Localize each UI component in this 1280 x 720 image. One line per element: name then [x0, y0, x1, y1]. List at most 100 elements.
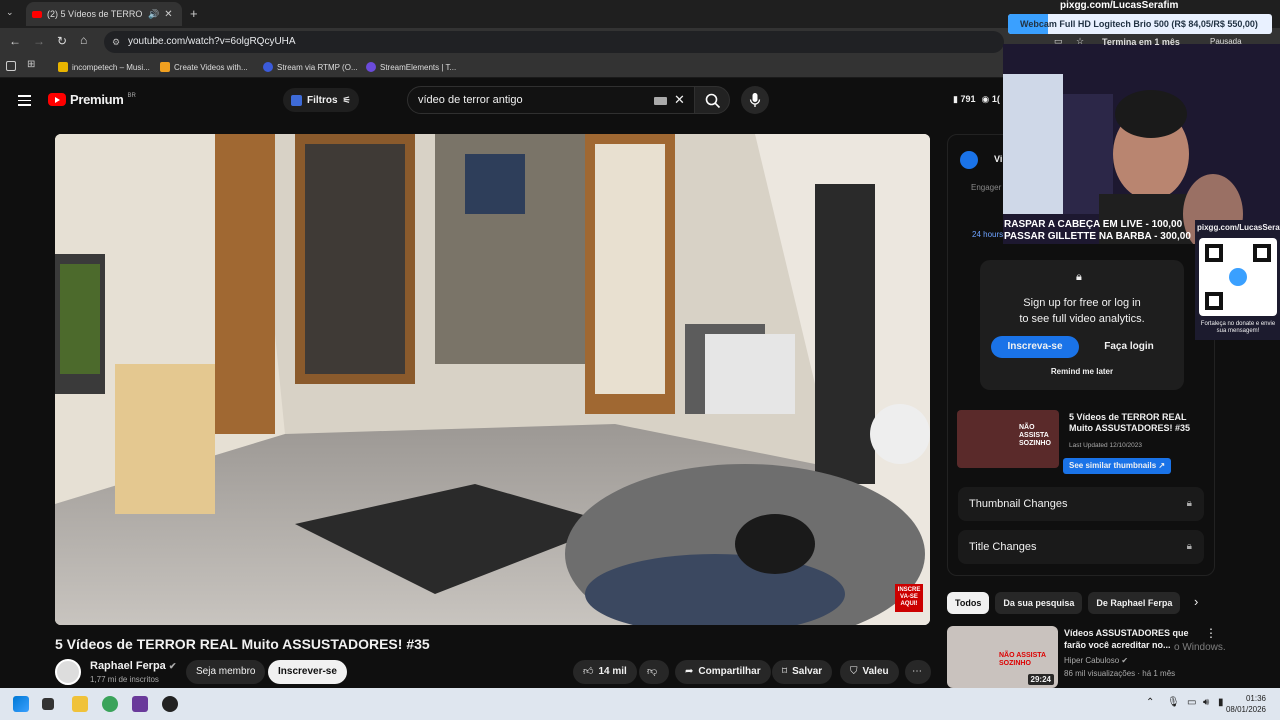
share-button[interactable]: ➦ Compartilhar [675, 660, 771, 684]
back-icon[interactable]: ← [9, 34, 21, 48]
clear-search-icon[interactable]: ✕ [674, 87, 685, 113]
recommended-title: Vídeos ASSUSTADORES que farão você acred… [1064, 628, 1189, 650]
windows-start-icon[interactable] [13, 696, 29, 712]
video-title: 5 Vídeos de TERROR REAL Muito ASSUSTADOR… [55, 636, 430, 652]
chrome-icon[interactable] [102, 696, 118, 712]
star-icon[interactable]: ☆ [1076, 36, 1084, 47]
bookmark-item[interactable]: Stream via RTMP (O... [263, 60, 358, 74]
signup-button[interactable]: Inscreva-se [991, 336, 1079, 358]
sidebar-toggle-icon[interactable] [6, 61, 16, 71]
channel-avatar[interactable] [55, 659, 81, 685]
thumbs-down-icon: 👎︎ [647, 666, 658, 677]
video-duration: 29:24 [1027, 674, 1054, 685]
super-thanks-icon: ⛉ [850, 666, 858, 677]
verified-icon: ✔ [168, 661, 177, 671]
folder-icon [58, 62, 68, 72]
paused-label[interactable]: Pausada [1210, 37, 1242, 46]
time-range-label[interactable]: 24 hours [972, 230, 1003, 239]
card-title: 5 Vídeos de TERROR REAL Muito ASSUSTADOR… [1069, 412, 1191, 433]
title-changes-row[interactable]: Title Changes 🔒︎ [958, 530, 1204, 564]
browser-tab[interactable]: (2) 5 Vídeos de TERROR RE... 🔊 ✕ [26, 2, 182, 26]
chip-from-search[interactable]: Da sua pesquisa [995, 592, 1083, 614]
youtube-logo[interactable]: Premium BR [48, 92, 136, 107]
voice-search-button[interactable] [741, 86, 769, 114]
thumbnail-changes-row[interactable]: Thumbnail Changes 🔒︎ [958, 487, 1204, 521]
subscribe-overlay-badge[interactable]: INSCRE VA-SE AQUI! [895, 584, 923, 612]
panel-tab[interactable]: Vi [994, 154, 1002, 164]
home-icon[interactable]: ⌂ [80, 33, 87, 47]
goal-line-1: RASPAR A CABEÇA EM LIVE - 100,00 [1004, 219, 1183, 230]
youtube-play-icon [48, 93, 66, 106]
speaker-icon[interactable]: 🔊 [148, 9, 159, 20]
dislike-button[interactable]: 👎︎ [639, 660, 669, 684]
video-frame [55, 134, 930, 625]
tray-chevron-icon[interactable]: ⌃ [1146, 697, 1154, 708]
subscribe-button[interactable]: Inscrever-se [268, 660, 347, 684]
recommended-thumbnail[interactable]: NÃO ASSISTA SOZINHO 29:24 [947, 626, 1058, 688]
video-thumbnail[interactable]: NÃO ASSISTA SOZINHO [957, 410, 1059, 468]
new-tab-button[interactable]: + [190, 6, 198, 21]
bookmark-favicon-icon [366, 62, 376, 72]
volume-icon[interactable]: 🔊︎ [1203, 697, 1209, 708]
recommended-video[interactable]: NÃO ASSISTA SOZINHO 29:24 Vídeos ASSUSTA… [947, 626, 1217, 688]
file-explorer-icon[interactable] [72, 696, 88, 712]
chevron-right-icon[interactable]: › [1194, 594, 1198, 609]
reload-icon[interactable]: ↻ [57, 34, 67, 48]
bookmark-icon: ⌑ [782, 666, 788, 677]
chip-from-channel[interactable]: De Raphael Ferpa [1088, 592, 1181, 614]
lock-icon: 🔒︎ [1076, 271, 1082, 283]
tab-list-button[interactable]: ⌄ [6, 7, 20, 21]
bookmark-item[interactable]: StreamElements | T... [366, 60, 456, 74]
thumbnail-text: NÃO ASSISTA SOZINHO [999, 652, 1046, 667]
thumbs-up-icon: 👍︎ [583, 666, 594, 677]
qr-url: pixgg.com/LucasSerafim [1197, 223, 1280, 232]
channel-name[interactable]: Raphael Ferpa ✔ [90, 660, 176, 672]
windows-taskbar: ⌃ 🎙︎ ▭ 🔊︎ ▮ 01:36 08/01/2026 [0, 688, 1280, 720]
apps-grid-icon[interactable]: ⊞ [27, 59, 35, 70]
search-input[interactable]: vídeo de terror antigo ✕ [407, 86, 695, 114]
signup-card: 🔒︎ Sign up for free or log in to see ful… [980, 260, 1184, 390]
search-button[interactable] [694, 86, 730, 114]
remind-later-link[interactable]: Remind me later [980, 367, 1184, 376]
menu-icon[interactable] [18, 92, 31, 109]
keyboard-icon[interactable] [654, 97, 667, 105]
goal-line-2: PASSAR GILLETTE NA BARBA - 300,00 [1004, 231, 1191, 242]
similar-thumbnails-button[interactable]: See similar thumbnails ↗ [1063, 458, 1172, 474]
more-options-icon[interactable]: ⋮ [1205, 626, 1217, 640]
mic-tray-icon[interactable]: 🎙︎ [1167, 697, 1180, 708]
bookmark-item[interactable]: incompetech – Musi... [58, 60, 150, 74]
battery-icon[interactable]: ▮ [1218, 697, 1224, 708]
app-icon[interactable] [132, 696, 148, 712]
network-icon[interactable]: ▭ [1187, 697, 1196, 708]
video-player[interactable]: INSCRE VA-SE AQUI! [55, 134, 930, 625]
login-button[interactable]: Faça login [1085, 336, 1173, 358]
forward-icon[interactable]: → [33, 34, 45, 48]
save-button[interactable]: ⌑ Salvar [772, 660, 833, 684]
counter-b: ◉ 1( [981, 94, 1000, 104]
more-actions-button[interactable]: ⋯ [905, 660, 931, 684]
extension-icon[interactable] [960, 151, 978, 169]
sliders-icon: ⚟ [342, 94, 351, 105]
url-input[interactable]: ⚙ youtube.com/watch?v=6olgRQcyUHA [104, 31, 1004, 53]
thanks-button[interactable]: ⛉ Valeu [840, 660, 899, 684]
cast-icon[interactable]: ▭ [1054, 36, 1063, 47]
join-button[interactable]: Seja membro [186, 660, 266, 684]
task-view-icon[interactable] [42, 698, 54, 710]
url-text: youtube.com/watch?v=6olgRQcyUHA [128, 36, 296, 47]
webcam-feed [1003, 44, 1280, 244]
tab-close-icon[interactable]: ✕ [164, 9, 172, 20]
extension-counters: ▮ 791 ◉ 1( [953, 94, 1000, 105]
like-button[interactable]: 👍︎ 14 mil [573, 660, 637, 684]
mic-icon [749, 93, 761, 107]
system-clock[interactable]: 01:36 08/01/2026 [1226, 693, 1266, 715]
recommended-meta: 86 mil visualizações · há 1 mês [1064, 669, 1176, 678]
bookmark-item[interactable]: Create Videos with... [160, 60, 248, 74]
bookmark-favicon-icon [263, 62, 273, 72]
filters-button[interactable]: Filtros ⚟ [283, 88, 359, 112]
youtube-favicon-icon [32, 10, 42, 18]
obs-icon[interactable] [162, 696, 178, 712]
chip-all[interactable]: Todos [947, 592, 990, 614]
site-info-icon[interactable]: ⚙ [112, 31, 120, 53]
recommended-channel: Hiper Cabuloso ✔ [1064, 656, 1129, 665]
overlay-channel-url: pixgg.com/LucasSerafim [1060, 0, 1179, 11]
